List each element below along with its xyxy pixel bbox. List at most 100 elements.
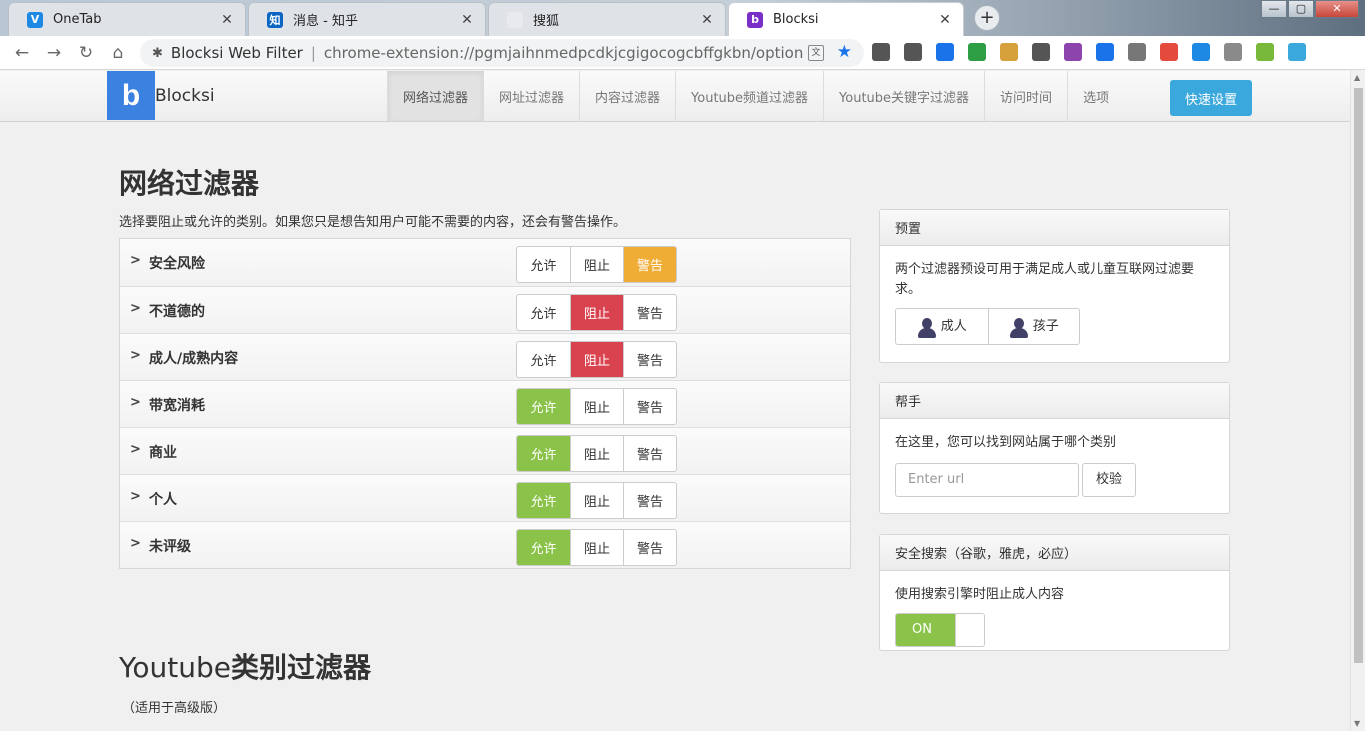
nav-access-time[interactable]: 访问时间 bbox=[984, 71, 1067, 121]
url-input[interactable]: Enter url bbox=[895, 463, 1079, 497]
allow-button[interactable]: 允许 bbox=[517, 436, 570, 471]
allow-button[interactable]: 允许 bbox=[517, 342, 570, 377]
extension-icon[interactable] bbox=[1288, 43, 1306, 61]
extension-icon[interactable] bbox=[1224, 43, 1242, 61]
forward-arrow-icon[interactable]: → bbox=[43, 42, 65, 64]
nav-options[interactable]: 选项 bbox=[1067, 71, 1124, 121]
category-name: 安全风险 bbox=[149, 256, 205, 272]
chevron-right-icon[interactable]: > bbox=[130, 301, 141, 316]
maximize-button[interactable]: ▢ bbox=[1288, 0, 1314, 18]
toggle-knob[interactable] bbox=[954, 614, 984, 646]
warn-button[interactable]: 警告 bbox=[623, 483, 676, 518]
category-row[interactable]: > 安全风险 允许 阻止 警告 bbox=[120, 239, 850, 286]
allow-button[interactable]: 允许 bbox=[517, 389, 570, 424]
block-button[interactable]: 阻止 bbox=[570, 247, 623, 282]
new-tab-button[interactable]: + bbox=[974, 5, 1000, 31]
blocksi-logo[interactable]: b bbox=[107, 71, 155, 120]
extension-icon[interactable] bbox=[1032, 43, 1050, 61]
warn-button[interactable]: 警告 bbox=[623, 295, 676, 330]
nav-youtube-channel-filter[interactable]: Youtube频道过滤器 bbox=[675, 71, 823, 121]
warn-button[interactable]: 警告 bbox=[623, 342, 676, 377]
extension-icon[interactable] bbox=[1096, 43, 1114, 61]
address-separator: | bbox=[310, 44, 316, 62]
scroll-down-icon[interactable]: ▼ bbox=[1354, 719, 1360, 728]
panel-heading: 预置 bbox=[880, 210, 1229, 246]
close-icon[interactable]: ✕ bbox=[219, 12, 235, 28]
translate-icon[interactable]: 文 bbox=[808, 45, 824, 61]
chevron-right-icon[interactable]: > bbox=[130, 489, 141, 504]
scroll-up-icon[interactable]: ▲ bbox=[1354, 73, 1360, 82]
block-button[interactable]: 阻止 bbox=[570, 342, 623, 377]
category-row[interactable]: > 不道德的 允许 阻止 警告 bbox=[120, 286, 850, 333]
check-button[interactable]: 校验 bbox=[1082, 463, 1136, 497]
block-button[interactable]: 阻止 bbox=[570, 530, 623, 565]
block-button[interactable]: 阻止 bbox=[570, 483, 623, 518]
chevron-right-icon[interactable]: > bbox=[130, 536, 141, 551]
close-icon[interactable]: ✕ bbox=[699, 12, 715, 28]
safe-search-toggle[interactable]: ON bbox=[895, 613, 985, 647]
allow-button[interactable]: 允许 bbox=[517, 483, 570, 518]
extension-icon[interactable] bbox=[1256, 43, 1274, 61]
brand-name[interactable]: Blocksi bbox=[155, 86, 215, 106]
block-button[interactable]: 阻止 bbox=[570, 295, 623, 330]
action-toggle-group: 允许 阻止 警告 bbox=[516, 341, 677, 378]
home-icon[interactable]: ⌂ bbox=[107, 42, 129, 64]
warn-button[interactable]: 警告 bbox=[623, 247, 676, 282]
extension-icon[interactable] bbox=[968, 43, 986, 61]
tab-title: OneTab bbox=[53, 12, 102, 27]
chevron-right-icon[interactable]: > bbox=[130, 395, 141, 410]
browser-tab-onetab[interactable]: V OneTab ✕ bbox=[8, 2, 246, 36]
extension-icon[interactable] bbox=[936, 43, 954, 61]
address-bar[interactable]: ✱ Blocksi Web Filter | chrome-extension:… bbox=[140, 39, 864, 67]
toggle-on-label: ON bbox=[896, 614, 955, 646]
nav-youtube-keyword-filter[interactable]: Youtube关键字过滤器 bbox=[823, 71, 984, 121]
page-scrollbar[interactable]: ▲ ▼ bbox=[1350, 70, 1365, 731]
browser-tab-sohu[interactable]: 搜狐 ✕ bbox=[488, 2, 726, 36]
child-preset-button[interactable]: 孩子 bbox=[987, 309, 1080, 344]
category-row[interactable]: > 成人/成熟内容 允许 阻止 警告 bbox=[120, 333, 850, 380]
action-toggle-group: 允许 阻止 警告 bbox=[516, 529, 677, 566]
allow-button[interactable]: 允许 bbox=[517, 530, 570, 565]
extension-icon[interactable] bbox=[904, 43, 922, 61]
allow-button[interactable]: 允许 bbox=[517, 295, 570, 330]
warn-button[interactable]: 警告 bbox=[623, 389, 676, 424]
bookmark-star-icon[interactable]: ★ bbox=[837, 42, 852, 62]
category-row[interactable]: > 个人 允许 阻止 警告 bbox=[120, 474, 850, 521]
nav-web-filter[interactable]: 网络过滤器 bbox=[387, 71, 484, 121]
quick-setup-button[interactable]: 快速设置 bbox=[1170, 80, 1252, 116]
block-button[interactable]: 阻止 bbox=[570, 389, 623, 424]
block-button[interactable]: 阻止 bbox=[570, 436, 623, 471]
close-icon[interactable]: ✕ bbox=[459, 12, 475, 28]
back-arrow-icon[interactable]: ← bbox=[11, 42, 33, 64]
chevron-right-icon[interactable]: > bbox=[130, 348, 141, 363]
category-name: 不道德的 bbox=[149, 304, 205, 320]
category-row[interactable]: > 商业 允许 阻止 警告 bbox=[120, 427, 850, 474]
allow-button[interactable]: 允许 bbox=[517, 247, 570, 282]
category-row[interactable]: > 带宽消耗 允许 阻止 警告 bbox=[120, 380, 850, 427]
warn-button[interactable]: 警告 bbox=[623, 530, 676, 565]
extension-icon[interactable] bbox=[1000, 43, 1018, 61]
extension-icon[interactable] bbox=[1192, 43, 1210, 61]
nav-url-filter[interactable]: 网址过滤器 bbox=[483, 71, 579, 121]
scrollbar-thumb[interactable] bbox=[1354, 88, 1363, 663]
chevron-right-icon[interactable]: > bbox=[130, 253, 141, 268]
category-filter-table: > 安全风险 允许 阻止 警告 > 不道德的 允许 阻止 警告 > 成人/成熟内容 允许 阻止 警告 > 带宽消… bbox=[119, 238, 851, 569]
nav-content-filter[interactable]: 内容过滤器 bbox=[579, 71, 675, 121]
browser-tab-zhihu[interactable]: 知 消息 - 知乎 ✕ bbox=[248, 2, 486, 36]
window-close-button[interactable]: ✕ bbox=[1315, 0, 1359, 18]
adult-preset-button[interactable]: 成人 bbox=[896, 309, 988, 344]
reload-icon[interactable]: ↻ bbox=[75, 42, 97, 64]
youtube-title-cjk: 类别过滤器 bbox=[231, 651, 372, 684]
extension-icon[interactable] bbox=[1064, 43, 1082, 61]
chevron-right-icon[interactable]: > bbox=[130, 442, 141, 457]
browser-tab-blocksi[interactable]: b Blocksi ✕ bbox=[728, 2, 964, 36]
extension-icon[interactable] bbox=[872, 43, 890, 61]
extension-icon[interactable] bbox=[1160, 43, 1178, 61]
close-icon[interactable]: ✕ bbox=[937, 12, 953, 28]
category-row[interactable]: > 未评级 允许 阻止 警告 bbox=[120, 521, 850, 568]
minimize-button[interactable]: — bbox=[1261, 0, 1287, 18]
warn-button[interactable]: 警告 bbox=[623, 436, 676, 471]
extension-icon[interactable] bbox=[1128, 43, 1146, 61]
adult-icon bbox=[917, 316, 937, 338]
panel-heading: 安全搜索（谷歌，雅虎，必应） bbox=[880, 535, 1229, 571]
